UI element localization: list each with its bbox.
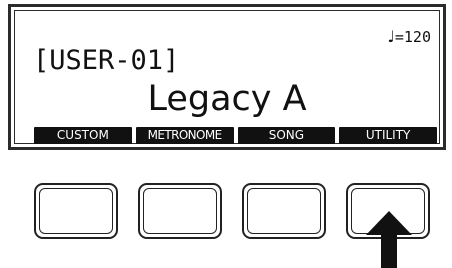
softkey-custom: CUSTOM: [34, 127, 132, 144]
softkey-utility: UTILITY: [339, 127, 437, 144]
up-arrow-icon: [366, 211, 412, 268]
softkey-song: SONG: [237, 127, 336, 144]
function-button-1[interactable]: [34, 183, 118, 239]
function-button-2[interactable]: [138, 183, 222, 239]
tempo-readout: ♩=120: [387, 27, 431, 46]
lcd-frame: [14, 10, 440, 144]
lcd-display: ♩=120 [USER-01] Legacy A CUSTOM METRONOM…: [8, 4, 446, 150]
softkey-metronome: METRONOME: [135, 127, 234, 144]
voice-name: Legacy A: [147, 79, 307, 119]
user-slot-label: [USER-01]: [33, 45, 180, 76]
softkey-bar: CUSTOM METRONOME SONG UTILITY: [34, 127, 437, 144]
tempo-value: =120: [394, 28, 431, 46]
quarter-note-icon: ♩: [387, 27, 395, 46]
function-button-3[interactable]: [242, 183, 326, 239]
